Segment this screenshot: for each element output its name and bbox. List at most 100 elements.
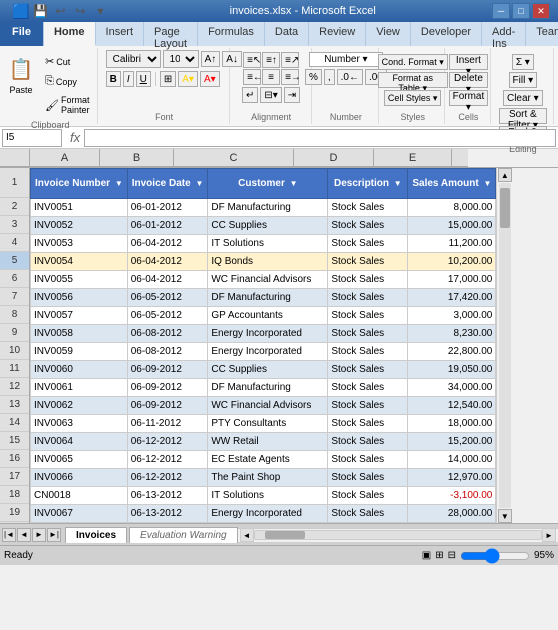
- table-cell[interactable]: INV0057: [31, 307, 128, 325]
- tab-page-layout[interactable]: Page Layout: [144, 22, 198, 46]
- indent-btn[interactable]: ⇥: [284, 87, 300, 103]
- table-cell[interactable]: 06-09-2012: [127, 379, 208, 397]
- fill-btn[interactable]: Fill ▾: [509, 72, 538, 88]
- sheet-prev-btn[interactable]: ◄: [17, 528, 31, 542]
- table-cell[interactable]: Stock Sales: [328, 415, 408, 433]
- number-format-select[interactable]: Number ▾: [309, 52, 383, 67]
- tab-formulas[interactable]: Formulas: [198, 22, 265, 46]
- col-header-b[interactable]: B: [100, 149, 174, 167]
- table-row[interactable]: INV006706-13-2012Energy IncorporatedStoc…: [31, 505, 496, 523]
- table-cell[interactable]: The Paint Shop: [208, 469, 328, 487]
- filter-arrow-c[interactable]: ▼: [290, 179, 298, 188]
- table-cell[interactable]: DF Manufacturing: [208, 289, 328, 307]
- row-header-3[interactable]: 3: [0, 216, 29, 234]
- table-cell[interactable]: 14,000.00: [408, 451, 496, 469]
- table-cell[interactable]: 18,000.00: [408, 415, 496, 433]
- border-button[interactable]: ⊞: [160, 71, 176, 87]
- table-cell[interactable]: 06-12-2012: [127, 433, 208, 451]
- underline-button[interactable]: U: [136, 71, 151, 87]
- table-row[interactable]: CN001806-13-2012IT SolutionsStock Sales-…: [31, 487, 496, 505]
- cut-button[interactable]: ✂ Cut: [41, 52, 97, 71]
- page-layout-view-btn[interactable]: ⊞: [435, 550, 443, 561]
- table-cell[interactable]: 10,200.00: [408, 253, 496, 271]
- table-cell[interactable]: CN0018: [31, 487, 128, 505]
- maximize-btn[interactable]: □: [512, 3, 530, 19]
- comma-btn[interactable]: ,: [324, 69, 335, 85]
- table-cell[interactable]: 06-04-2012: [127, 271, 208, 289]
- table-cell[interactable]: Stock Sales: [328, 487, 408, 505]
- cell-styles-btn[interactable]: Cell Styles ▾: [384, 90, 442, 106]
- table-row[interactable]: INV005406-04-2012IQ BondsStock Sales10,2…: [31, 253, 496, 271]
- table-cell[interactable]: Stock Sales: [328, 379, 408, 397]
- row-header-16[interactable]: 16: [0, 450, 29, 468]
- table-row[interactable]: INV005906-08-2012Energy IncorporatedStoc…: [31, 343, 496, 361]
- table-cell[interactable]: 06-08-2012: [127, 343, 208, 361]
- table-cell[interactable]: GP Accountants: [208, 307, 328, 325]
- table-cell[interactable]: DF Manufacturing: [208, 379, 328, 397]
- paste-button[interactable]: 📋 Paste: [3, 50, 39, 98]
- table-cell[interactable]: Stock Sales: [328, 343, 408, 361]
- page-break-view-btn[interactable]: ⊟: [448, 550, 456, 561]
- sheet-first-btn[interactable]: |◄: [2, 528, 16, 542]
- table-cell[interactable]: 06-01-2012: [127, 217, 208, 235]
- format-cells-btn[interactable]: Format ▾: [449, 90, 489, 106]
- header-customer[interactable]: Customer ▼: [208, 169, 328, 199]
- table-cell[interactable]: Stock Sales: [328, 505, 408, 523]
- row-header-14[interactable]: 14: [0, 414, 29, 432]
- cell-reference-box[interactable]: I5: [2, 129, 62, 147]
- redo-quick-btn[interactable]: ↪: [71, 2, 89, 20]
- row-header-9[interactable]: 9: [0, 324, 29, 342]
- hscroll-right-btn[interactable]: ►: [542, 528, 556, 542]
- table-cell[interactable]: IT Solutions: [208, 235, 328, 253]
- table-cell[interactable]: Stock Sales: [328, 469, 408, 487]
- table-cell[interactable]: 17,000.00: [408, 271, 496, 289]
- hscroll-track[interactable]: [254, 530, 542, 540]
- table-cell[interactable]: Stock Sales: [328, 289, 408, 307]
- sheet-last-btn[interactable]: ►|: [47, 528, 61, 542]
- table-cell[interactable]: 06-05-2012: [127, 307, 208, 325]
- table-row[interactable]: INV006106-09-2012DF ManufacturingStock S…: [31, 379, 496, 397]
- table-row[interactable]: INV006206-09-2012WC Financial AdvisorsSt…: [31, 397, 496, 415]
- table-cell[interactable]: WC Financial Advisors: [208, 397, 328, 415]
- tab-insert[interactable]: Insert: [96, 22, 145, 46]
- tab-team[interactable]: Team: [526, 22, 558, 46]
- row-header-1[interactable]: 1: [0, 168, 29, 198]
- align-mid-right-btn[interactable]: ≡→: [281, 69, 299, 85]
- table-cell[interactable]: 28,000.00: [408, 505, 496, 523]
- copy-button[interactable]: ⎘ Copy: [41, 72, 97, 91]
- table-cell[interactable]: 12,970.00: [408, 469, 496, 487]
- table-cell[interactable]: INV0061: [31, 379, 128, 397]
- table-cell[interactable]: 8,000.00: [408, 199, 496, 217]
- row-header-7[interactable]: 7: [0, 288, 29, 306]
- table-cell[interactable]: IT Solutions: [208, 487, 328, 505]
- filter-arrow-b[interactable]: ▼: [195, 179, 203, 188]
- filter-arrow-e[interactable]: ▼: [483, 179, 491, 188]
- table-cell[interactable]: 06-09-2012: [127, 361, 208, 379]
- table-cell[interactable]: INV0052: [31, 217, 128, 235]
- filter-arrow-d[interactable]: ▼: [394, 179, 402, 188]
- table-cell[interactable]: INV0059: [31, 343, 128, 361]
- autosum-btn[interactable]: Σ ▾: [512, 54, 534, 70]
- table-row[interactable]: INV005806-08-2012Energy IncorporatedStoc…: [31, 325, 496, 343]
- table-cell[interactable]: Energy Incorporated: [208, 505, 328, 523]
- table-cell[interactable]: 34,000.00: [408, 379, 496, 397]
- scroll-track[interactable]: [499, 183, 511, 508]
- horizontal-scrollbar[interactable]: ◄ ►: [238, 528, 558, 542]
- table-cell[interactable]: INV0067: [31, 505, 128, 523]
- table-row[interactable]: INV005206-01-2012CC SuppliesStock Sales1…: [31, 217, 496, 235]
- table-cell[interactable]: 11,200.00: [408, 235, 496, 253]
- sheet-tab-evaluation[interactable]: Evaluation Warning: [129, 527, 238, 543]
- format-painter-button[interactable]: 🖌 Format Painter: [41, 92, 97, 118]
- table-cell[interactable]: 06-13-2012: [127, 487, 208, 505]
- table-cell[interactable]: Stock Sales: [328, 325, 408, 343]
- table-cell[interactable]: INV0055: [31, 271, 128, 289]
- table-cell[interactable]: 15,200.00: [408, 433, 496, 451]
- table-cell[interactable]: INV0058: [31, 325, 128, 343]
- table-cell[interactable]: PTY Consultants: [208, 415, 328, 433]
- align-mid-left-btn[interactable]: ≡←: [243, 69, 261, 85]
- hscroll-left-btn[interactable]: ◄: [240, 528, 254, 542]
- header-description[interactable]: Description ▼: [328, 169, 408, 199]
- tab-home[interactable]: Home: [44, 22, 96, 46]
- table-cell[interactable]: Stock Sales: [328, 253, 408, 271]
- conditional-format-btn[interactable]: Cond. Format ▾: [378, 54, 448, 70]
